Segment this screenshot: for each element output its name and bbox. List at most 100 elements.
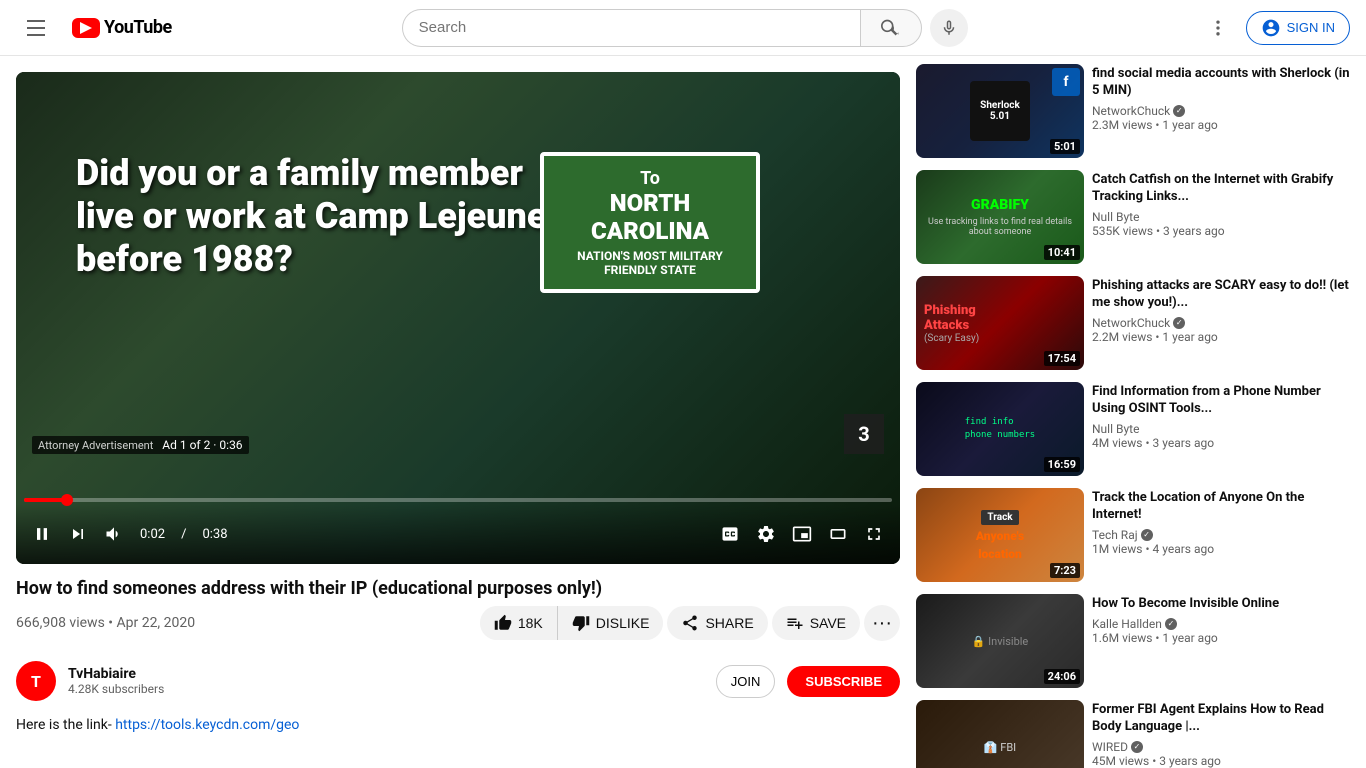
volume-button[interactable] [100,520,128,548]
sidebar-thumbnail: GRABIFY Use tracking links to find real … [916,170,1084,264]
settings-icon [756,524,776,544]
description-link[interactable]: https://tools.keycdn.com/geo [115,717,299,733]
save-label: SAVE [810,615,846,631]
join-button[interactable]: JOIN [716,665,776,698]
pause-button[interactable] [28,520,56,548]
sidebar-video-title: Phishing attacks are SCARY easy to do!! … [1092,278,1350,312]
subscribe-button[interactable]: SUBSCRIBE [787,666,900,697]
search-button[interactable] [860,9,922,47]
miniplayer-button[interactable] [788,520,816,548]
sidebar-item[interactable]: find infophone numbers 16:59Find Informa… [916,382,1350,476]
sidebar-video-meta: 2.3M views • 1 year ago [1092,118,1350,132]
hamburger-icon [19,12,53,44]
total-time: 0:38 [202,527,227,542]
video-duration: 7:23 [1050,563,1080,578]
share-button[interactable]: SHARE [667,606,767,640]
sidebar-video-meta: 1M views • 4 years ago [1092,542,1350,556]
like-button[interactable]: 18K [480,606,558,640]
more-options-button[interactable] [1198,8,1238,48]
verified-badge [1141,529,1153,541]
sidebar-item[interactable]: Phishing Attacks (Scary Easy) 17:54Phish… [916,276,1350,370]
sidebar-video-info: Track the Location of Anyone On the Inte… [1092,488,1350,582]
sidebar-channel-name: Tech Raj [1092,528,1350,542]
theater-icon [828,524,848,544]
sidebar-channel-name: Null Byte [1092,422,1350,436]
sidebar: Sherlock5.01 f 5:01find social media acc… [916,56,1366,768]
video-duration: 16:59 [1044,457,1080,472]
road-sign: To NORTH CAROLINA NATION'S MOST MILITARY… [540,152,760,293]
video-actions: 18K DISLIKE SHARE SAVE ··· [480,605,900,641]
sidebar-item[interactable]: 👔 FBIFormer FBI Agent Explains How to Re… [916,700,1350,768]
sidebar-video-info: Catch Catfish on the Internet with Grabi… [1092,170,1350,264]
search-bar [402,9,922,47]
search-icon [881,18,901,38]
pause-icon [32,524,52,544]
captions-button[interactable] [716,520,744,548]
sidebar-video-title: Track the Location of Anyone On the Inte… [1092,490,1350,524]
sidebar-thumbnail: 🔒 Invisible24:06 [916,594,1084,688]
youtube-logo-text: YouTube [104,17,172,38]
video-date: Apr 22, 2020 [116,615,195,631]
share-label: SHARE [705,615,753,631]
video-title: How to find someones address with their … [16,576,900,601]
microphone-button[interactable] [930,9,968,47]
channel-name[interactable]: TvHabiaire [68,666,704,682]
youtube-logo-icon [72,18,100,38]
sidebar-channel-name: NetworkChuck [1092,316,1350,330]
progress-track[interactable] [24,498,892,502]
sidebar-channel-name: Null Byte [1092,210,1350,224]
sidebar-video-info: Phishing attacks are SCARY easy to do!! … [1092,276,1350,370]
ad-badge: Attorney Advertisement Ad 1 of 2 · 0:36 [32,436,249,454]
verified-badge [1173,105,1185,117]
sign-in-button[interactable]: SIGN IN [1246,11,1350,45]
like-dislike-group: 18K DISLIKE [480,606,664,640]
video-duration: 17:54 [1044,351,1080,366]
sidebar-thumbnail: Track Anyone's location 7:23 [916,488,1084,582]
dislike-label: DISLIKE [596,615,650,631]
sidebar-video-info: Find Information from a Phone Number Usi… [1092,382,1350,476]
main-layout: Did you or a family member live or work … [0,0,1366,768]
miniplayer-icon [792,524,812,544]
sidebar-item[interactable]: GRABIFY Use tracking links to find real … [916,170,1350,264]
sidebar-channel-name: Kalle Hallden [1092,617,1350,631]
sidebar-video-info: find social media accounts with Sherlock… [1092,64,1350,158]
road-sign-to: To [556,168,744,189]
channel-info: TvHabiaire 4.28K subscribers [68,666,704,696]
video-stats: 666,908 views • Apr 22, 2020 [16,615,195,631]
account-icon [1261,18,1281,38]
skip-number: 3 [844,414,884,454]
dislike-button[interactable]: DISLIKE [558,606,664,640]
channel-avatar[interactable]: T [16,661,56,701]
fullscreen-icon [864,524,884,544]
video-duration: 5:01 [1050,139,1080,154]
save-button[interactable]: SAVE [772,606,860,640]
more-actions-button[interactable]: ··· [864,605,900,641]
sidebar-item[interactable]: Sherlock5.01 f 5:01find social media acc… [916,64,1350,158]
video-description: Here is the link- https://tools.keycdn.c… [16,717,900,733]
time-separator: / [181,527,186,542]
microphone-icon [940,19,958,37]
fullscreen-button[interactable] [860,520,888,548]
sidebar-item[interactable]: Track Anyone's location 7:23Track the Lo… [916,488,1350,582]
search-input[interactable] [402,9,860,47]
sidebar-video-meta: 2.2M views • 1 year ago [1092,330,1350,344]
hamburger-menu-button[interactable] [16,8,56,48]
like-count: 18K [518,615,543,631]
settings-button[interactable] [752,520,780,548]
sidebar-video-title: Find Information from a Phone Number Usi… [1092,384,1350,418]
verified-badge [1131,741,1143,753]
sidebar-video-title: find social media accounts with Sherlock… [1092,66,1350,100]
sidebar-thumbnail: find infophone numbers 16:59 [916,382,1084,476]
next-button[interactable] [64,520,92,548]
youtube-logo[interactable]: YouTube [72,17,172,38]
progress-bar[interactable] [16,498,900,502]
theater-button[interactable] [824,520,852,548]
sidebar-video-meta: 45M views • 3 years ago [1092,754,1350,768]
channel-subscribers: 4.28K subscribers [68,682,704,696]
sidebar-item[interactable]: 🔒 Invisible24:06How To Become Invisible … [916,594,1350,688]
verified-badge [1173,317,1185,329]
road-sign-subtitle: NATION'S MOST MILITARY FRIENDLY STATE [556,249,744,277]
video-meta: 666,908 views • Apr 22, 2020 18K DISLIKE [16,605,900,641]
video-duration: 24:06 [1044,669,1080,684]
video-player[interactable]: Did you or a family member live or work … [16,72,900,564]
